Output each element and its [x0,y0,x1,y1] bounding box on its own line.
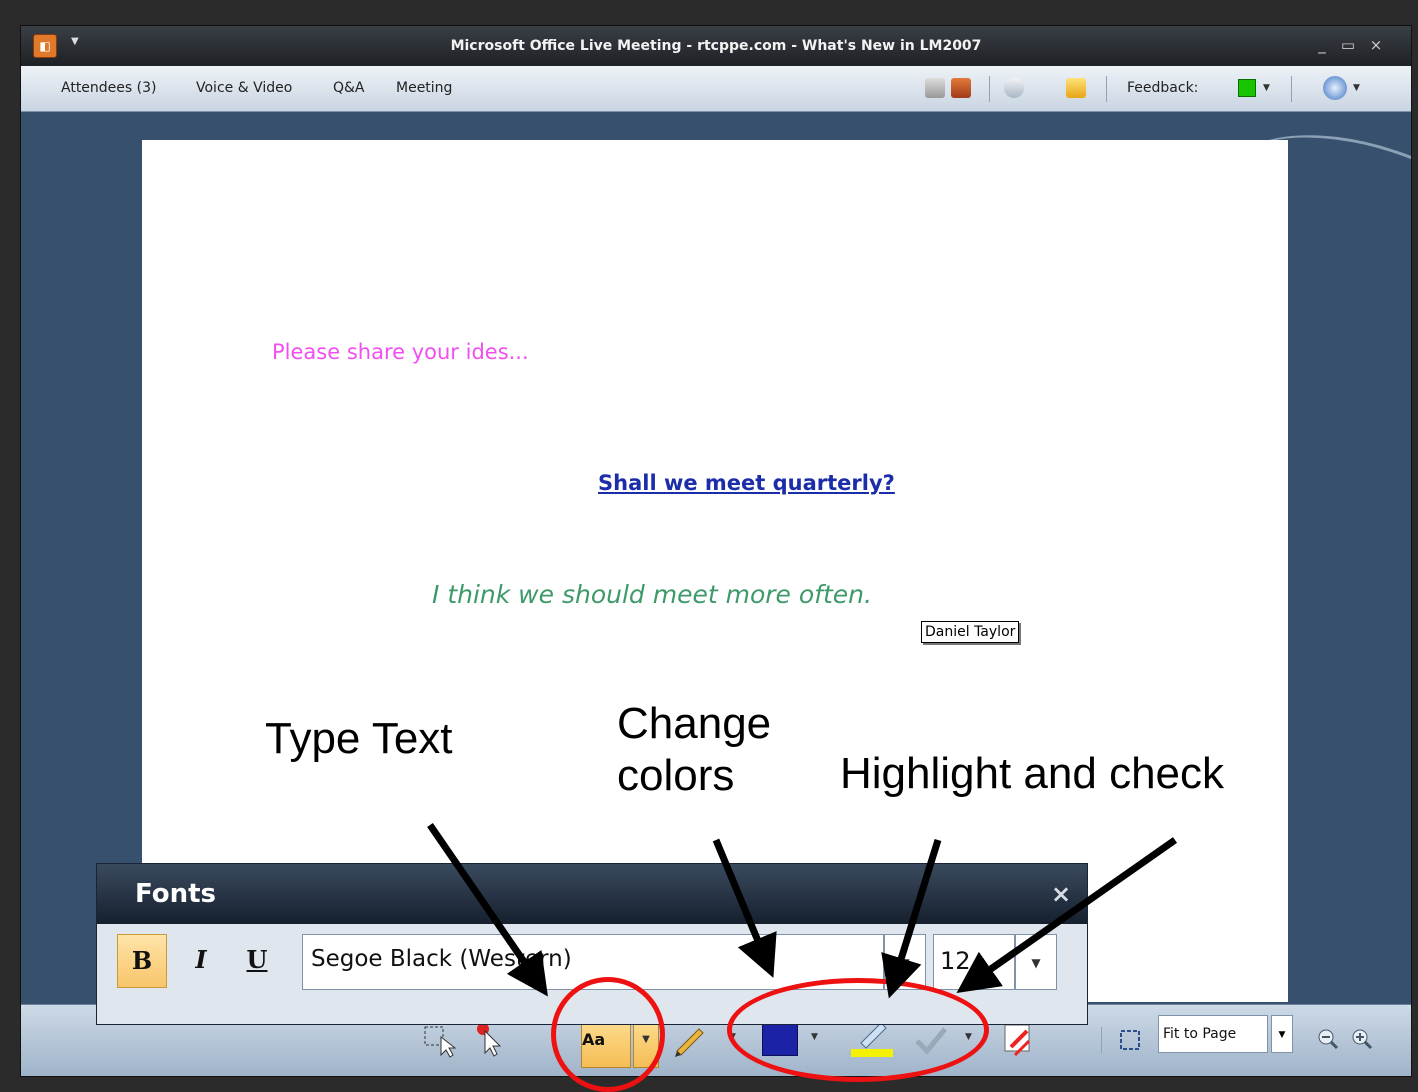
menu-bar: Attendees (3) Voice & Video Q&A Meeting … [21,66,1411,112]
maximize-button[interactable]: ▭ [1337,32,1359,58]
slide-annotation-text[interactable]: Shall we meet quarterly? [598,471,895,495]
close-button[interactable]: × [1365,32,1387,58]
zoom-select[interactable]: Fit to Page [1158,1015,1268,1053]
toolbar-divider [1106,76,1107,102]
callout-line: colors [617,751,735,800]
fonts-panel-title: Fonts [135,879,216,909]
chevron-down-icon[interactable]: ▼ [1353,83,1360,93]
notes-icon[interactable] [1066,78,1086,98]
toolbar-divider [1291,76,1292,102]
chevron-down-icon[interactable]: ▼ [1263,83,1270,93]
fit-screen-icon[interactable] [1111,1017,1151,1061]
font-size-select[interactable]: 12 [933,934,1015,990]
pen-tool-icon[interactable] [925,78,945,98]
help-icon[interactable] [1323,76,1347,100]
author-tooltip: Daniel Taylor [921,621,1020,643]
toolbar-divider [1101,1027,1102,1053]
fonts-panel-header[interactable]: Fonts × [97,864,1087,924]
refresh-icon[interactable] [1004,78,1024,98]
bold-button[interactable]: B [117,934,167,988]
window-title: Microsoft Office Live Meeting - rtcppe.c… [450,38,982,54]
menu-voice-video[interactable]: Voice & Video [196,80,292,96]
zoom-in-icon[interactable] [1343,1017,1383,1061]
title-bar: ◧ ▼ Microsoft Office Live Meeting - rtcp… [21,26,1411,67]
toolbar-divider [989,76,990,102]
menu-meeting[interactable]: Meeting [396,80,452,96]
menu-qa[interactable]: Q&A [333,80,365,96]
chevron-down-icon[interactable]: ▼ [1271,1015,1293,1053]
feedback-label: Feedback: [1127,80,1199,96]
callout-change-colors: Change colors [617,698,771,802]
italic-button[interactable]: I [181,934,221,986]
menu-attendees[interactable]: Attendees (3) [61,80,156,96]
close-icon[interactable]: × [1051,880,1071,908]
slide-annotation-text[interactable]: I think we should meet more often. [432,580,872,609]
people-icon[interactable] [951,78,971,98]
callout-highlight-check: Highlight and check [840,749,1225,798]
highlight-ring [551,977,665,1092]
highlight-ring [727,978,989,1082]
chevron-down-icon[interactable]: ▼ [1015,934,1057,990]
slide-annotation-text[interactable]: Please share your ides... [272,340,529,364]
callout-type-text: Type Text [265,714,453,763]
minimize-button[interactable]: _ [1311,32,1333,58]
underline-button[interactable]: U [237,934,277,986]
feedback-status-indicator[interactable] [1238,79,1256,97]
callout-line: Change [617,699,772,748]
